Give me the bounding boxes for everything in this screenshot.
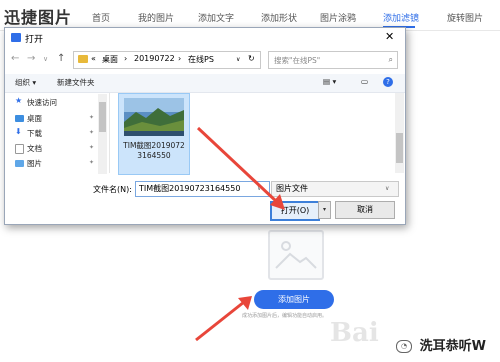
sidebar-item-label: 图片 xyxy=(27,159,42,168)
up-folder-icon[interactable]: ↑ xyxy=(57,53,65,64)
back-icon[interactable]: ← xyxy=(11,53,19,64)
sidebar-item-label: 桌面 xyxy=(27,114,42,123)
filename-label: 文件名(N): xyxy=(93,185,132,194)
dialog-titlebar: 打开 ✕ xyxy=(5,28,405,48)
filename-input[interactable]: TIM截图20190723164550 xyxy=(135,181,270,197)
download-icon: ⬇ xyxy=(15,127,22,136)
pin-icon: ✦ xyxy=(89,114,95,121)
dialog-title: 打开 xyxy=(25,35,44,45)
view-menu[interactable]: ▤ ▾ xyxy=(323,77,336,86)
image-thumbnail-icon xyxy=(124,98,184,136)
sidebar-item-label: 下载 xyxy=(27,129,42,138)
hint-text: 成功添加图片后，编辑功能自动启用。 xyxy=(242,313,328,319)
app-title: 迅捷图片 xyxy=(4,8,73,27)
nav-home[interactable]: 首页 xyxy=(92,11,110,24)
wechat-icon: ◔ xyxy=(396,340,412,353)
file-list: TIM截图20190723164550 xyxy=(110,93,395,175)
sidebar-item-label: 文档 xyxy=(27,144,42,153)
pin-icon: ✦ xyxy=(89,129,95,136)
help-icon[interactable]: ? xyxy=(383,77,393,87)
pin-icon: ✦ xyxy=(89,159,95,166)
sidebar-scrollbar[interactable] xyxy=(98,94,107,174)
search-input[interactable]: 搜索"在线PS" ⌕ xyxy=(268,51,398,69)
star-icon: ★ xyxy=(15,96,23,105)
filetype-dropdown-icon[interactable]: ∨ xyxy=(385,185,389,192)
navigation-pane: ★ 快速访问 桌面 ✦ ⬇ 下载 ✦ 文档 ✦ 图片 ✦ xyxy=(5,93,110,173)
open-dropdown-button[interactable]: ▾ xyxy=(318,201,331,219)
watermark: Bai xyxy=(330,318,379,348)
scrollbar-thumb[interactable] xyxy=(99,102,106,132)
address-row: ← → ∨ ↑ « 桌面 › 20190722 › 在线PS ∨ ↻ 搜索"在线… xyxy=(5,50,405,72)
breadcrumb-20190722[interactable]: 20190722 xyxy=(134,54,175,63)
sidebar-item-label: 快速访问 xyxy=(27,98,57,107)
pictures-icon xyxy=(15,160,24,167)
nav-rotate[interactable]: 旋转图片 xyxy=(447,11,483,24)
dialog-app-icon xyxy=(11,33,21,42)
wechat-name: 洗耳恭听W xyxy=(419,339,486,354)
image-placeholder-icon xyxy=(275,241,317,269)
filename-dropdown-icon[interactable]: ∨ xyxy=(257,185,261,192)
search-placeholder: 搜索"在线PS" xyxy=(274,56,321,65)
nav-doodle[interactable]: 图片涂鸦 xyxy=(320,11,356,24)
file-item-selected[interactable]: TIM截图20190723164550 xyxy=(118,93,190,175)
scrollbar-thumb[interactable] xyxy=(396,133,403,163)
nav-add-text[interactable]: 添加文字 xyxy=(198,11,234,24)
cancel-button[interactable]: 取消 xyxy=(335,201,395,219)
breadcrumb-desktop[interactable]: 桌面 xyxy=(102,54,118,65)
image-placeholder xyxy=(268,230,324,280)
dialog-toolbar: 组织 ▾ 新建文件夹 ▤ ▾ ▭ ? xyxy=(5,74,405,93)
breadcrumb-online-ps[interactable]: 在线PS xyxy=(188,54,214,65)
open-file-dialog: 打开 ✕ ← → ∨ ↑ « 桌面 › 20190722 › 在线PS ∨ ↻ … xyxy=(4,27,406,225)
arrow-to-add-image xyxy=(195,300,245,342)
open-button[interactable]: 打开(O) xyxy=(270,201,320,221)
address-dropdown-icon[interactable]: ∨ xyxy=(236,56,240,63)
address-bar[interactable]: « 桌面 › 20190722 › 在线PS ∨ ↻ xyxy=(73,51,261,69)
file-list-scrollbar[interactable] xyxy=(395,93,404,173)
add-image-button[interactable]: 添加图片 xyxy=(254,290,334,309)
pin-icon: ✦ xyxy=(89,144,95,151)
refresh-icon[interactable]: ↻ xyxy=(248,54,255,63)
recent-dropdown-icon[interactable]: ∨ xyxy=(43,55,48,63)
desktop-icon xyxy=(15,115,24,122)
breadcrumb-separator: › xyxy=(178,54,182,63)
forward-icon[interactable]: → xyxy=(27,53,35,64)
new-folder-button[interactable]: 新建文件夹 xyxy=(57,77,95,88)
file-thumbnail xyxy=(124,98,184,136)
search-icon: ⌕ xyxy=(388,55,393,64)
folder-icon xyxy=(78,55,88,63)
breadcrumb-separator: › xyxy=(124,54,128,63)
arrowhead-icon xyxy=(238,296,252,310)
nav-my-images[interactable]: 我的图片 xyxy=(138,11,174,24)
file-name: TIM截图20190723164550 xyxy=(123,141,185,160)
nav-add-shape[interactable]: 添加形状 xyxy=(261,11,297,24)
breadcrumb-overflow[interactable]: « xyxy=(91,54,96,63)
close-icon[interactable]: ✕ xyxy=(385,30,394,43)
nav-add-filter[interactable]: 添加滤镜 xyxy=(383,11,419,24)
filetype-select[interactable]: 图片文件 xyxy=(271,181,399,197)
document-icon xyxy=(15,144,24,154)
preview-pane-icon[interactable]: ▭ xyxy=(361,77,368,86)
organize-menu[interactable]: 组织 ▾ xyxy=(15,77,36,88)
